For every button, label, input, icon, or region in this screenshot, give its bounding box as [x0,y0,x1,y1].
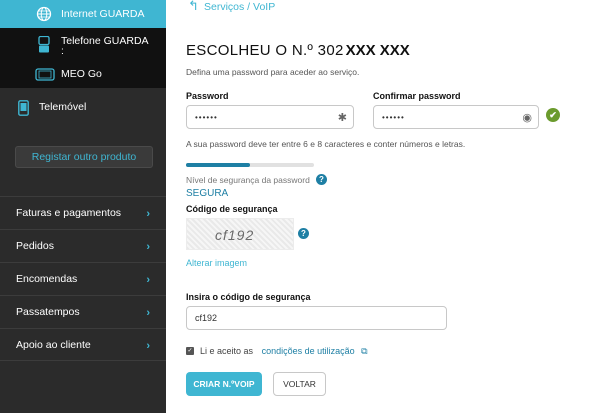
sidebar-item-label: Apoio ao cliente [16,339,91,351]
terms-link[interactable]: condições de utilização [262,346,355,356]
password-strength-fill [186,163,250,167]
sidebar-item-label: Encomendas [16,273,78,285]
terms-prefix: Li e aceito as [200,346,254,356]
chevron-right-icon: › [146,340,150,352]
captcha-text: cf192 [215,227,255,243]
confirm-password-field[interactable]: •••••• ◉ [373,105,539,129]
enter-code-label: Insira o código de segurança [186,292,311,302]
service-label: Telefone GUARDA [61,35,149,47]
page-subtitle: Defina uma password para aceder ao servi… [186,67,360,77]
security-code-value: cf192 [195,313,218,323]
service-label: Internet GUARDA [61,8,145,20]
sidebar: Internet GUARDA Telefone GUARDA : MEO Go… [0,0,166,413]
help-icon[interactable]: ? [316,174,327,185]
breadcrumb-text[interactable]: Serviços / VoIP [204,1,275,13]
tablet-icon [35,68,55,81]
chevron-right-icon: › [146,208,150,220]
security-code-label: Código de segurança [186,204,278,214]
sidebar-item-encomendas[interactable]: Encomendas › [0,262,166,295]
external-link-icon[interactable]: ⧉ [361,346,367,356]
globe-icon [36,6,52,22]
chevron-right-icon: › [146,307,150,319]
sidebar-item-faturas[interactable]: Faturas e pagamentos › [0,196,166,229]
help-icon[interactable]: ? [298,228,309,239]
sidebar-item-telemovel[interactable]: Telemóvel [0,89,166,123]
sidebar-item-label: Faturas e pagamentos [16,207,122,219]
mobile-icon [18,100,29,116]
sidebar-item-label: Pedidos [16,240,54,252]
back-arrow-icon[interactable]: ↰ [188,0,199,14]
main-content: ↰ Serviços / VoIP ESCOLHEU O N.º 302 XXX … [166,0,600,413]
create-voip-button[interactable]: CRIAR N.ºVOIP [186,372,262,396]
confirm-password-value: •••••• [382,113,405,122]
back-button[interactable]: VOLTAR [273,372,326,396]
password-field[interactable]: •••••• ✱ [186,105,354,129]
service-internet-guarda[interactable]: Internet GUARDA [0,0,166,28]
title-masked-number: XXX XXX [345,42,410,59]
title-prefix: ESCOLHEU O N.º 302 [186,42,344,59]
phone-icon [38,36,50,53]
password-strength-bar [186,163,314,167]
sidebar-item-label: Passatempos [16,306,80,318]
sidebar-item-apoio[interactable]: Apoio ao cliente › [0,328,166,361]
valid-check-icon: ✔ [546,108,560,122]
sidebar-item-pedidos[interactable]: Pedidos › [0,229,166,262]
asterisk-icon: ✱ [337,112,347,124]
captcha-image: cf192 [186,218,294,250]
page-title: ESCOLHEU O N.º 302 XXX XXX [186,42,410,59]
service-meo-go[interactable]: MEO Go [0,60,166,88]
password-value: •••••• [195,113,218,122]
password-label: Password [186,91,229,101]
terms-checkbox[interactable]: ✓ [186,347,194,355]
service-telefone-guarda[interactable]: Telefone GUARDA : [0,28,166,60]
service-label: MEO Go [61,68,102,80]
password-hint: A sua password deve ter entre 6 e 8 cara… [186,139,466,149]
security-code-input[interactable]: cf192 [186,306,447,330]
change-image-link[interactable]: Alterar imagem [186,258,247,268]
confirm-password-label: Confirmar password [373,91,461,101]
strength-level: SEGURA [186,188,229,199]
strength-label: Nível de segurança da password [186,175,310,185]
sidebar-item-label: Telemóvel [39,101,87,113]
eye-icon[interactable]: ◉ [522,111,532,124]
chevron-right-icon: › [146,274,150,286]
sidebar-menu: Faturas e pagamentos › Pedidos › Encomen… [0,196,166,361]
terms-text: Li e aceito as condições de utilização ⧉ [200,346,368,357]
chevron-right-icon: › [146,241,150,253]
service-label-extra: : [61,45,64,57]
register-product-button[interactable]: Registar outro produto [15,146,153,168]
sidebar-item-passatempos[interactable]: Passatempos › [0,295,166,328]
